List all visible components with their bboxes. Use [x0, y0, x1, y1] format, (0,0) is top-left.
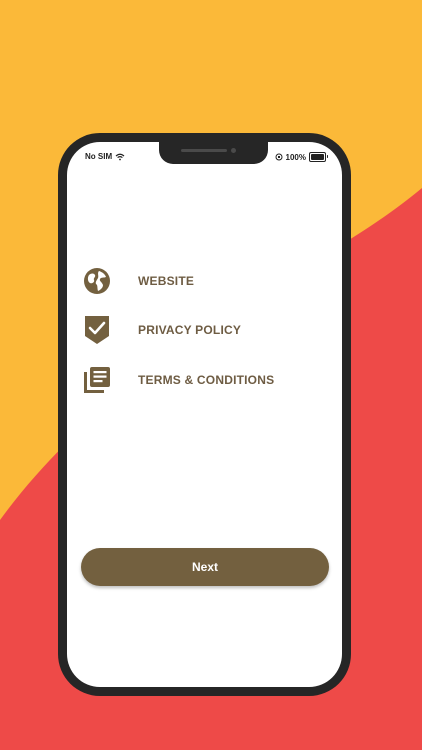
wifi-icon	[115, 153, 125, 160]
speaker-grille	[181, 149, 227, 152]
menu-item-label: TERMS & CONDITIONS	[138, 372, 275, 387]
front-camera	[231, 148, 236, 153]
globe-icon	[82, 266, 112, 296]
battery-percentage: 100%	[285, 152, 306, 162]
phone-frame: No SIM 100% WEBSITE PRIVACY POLICY TERMS…	[58, 133, 351, 696]
menu-item-terms-conditions[interactable]: TERMS & CONDITIONS	[82, 363, 332, 396]
status-bar-right: 100%	[275, 152, 328, 162]
next-button[interactable]: Next	[81, 548, 329, 586]
menu-list: WEBSITE PRIVACY POLICY TERMS & CONDITION…	[82, 264, 332, 413]
menu-item-label: PRIVACY POLICY	[138, 323, 242, 337]
carrier-label: No SIM	[85, 152, 113, 161]
menu-item-privacy-policy[interactable]: PRIVACY POLICY	[82, 314, 332, 347]
shield-check-icon	[82, 315, 112, 345]
orientation-lock-icon	[275, 153, 283, 161]
battery-icon	[309, 152, 328, 162]
menu-item-website[interactable]: WEBSITE	[82, 264, 332, 297]
menu-item-label: WEBSITE	[138, 273, 195, 288]
phone-screen: No SIM 100% WEBSITE PRIVACY POLICY TERMS…	[67, 142, 342, 687]
status-bar-left: No SIM	[85, 152, 125, 161]
document-list-icon	[82, 365, 112, 395]
phone-notch	[159, 142, 268, 164]
